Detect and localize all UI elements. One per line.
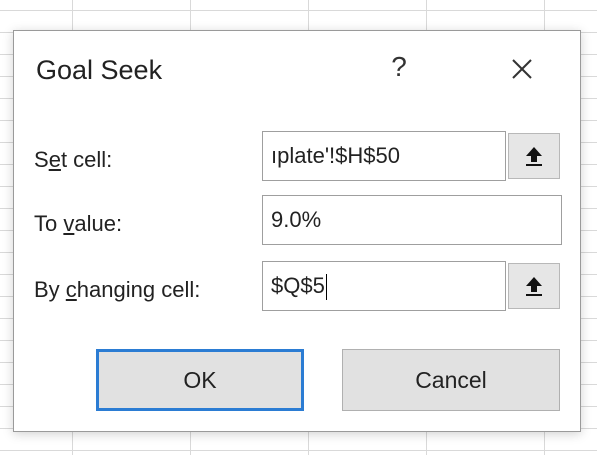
to-value-label: To value:: [34, 211, 123, 236]
cancel-button[interactable]: Cancel: [342, 349, 560, 411]
to-value-input[interactable]: 9.0%: [262, 195, 562, 245]
goal-seek-dialog: Goal Seek ? Set cell: ıplate'!$H$50 To v…: [13, 30, 581, 432]
set-cell-collapse-button[interactable]: [508, 133, 560, 179]
by-changing-cell-value: $Q$5: [271, 273, 325, 298]
text-caret: [325, 274, 327, 301]
dialog-title: Goal Seek: [36, 55, 163, 85]
help-button[interactable]: ?: [386, 51, 412, 83]
by-changing-cell-label: By changing cell:: [34, 277, 201, 302]
to-value-value: 9.0%: [271, 207, 322, 232]
ok-button[interactable]: OK: [96, 349, 304, 411]
collapse-arrow-icon: [526, 277, 542, 296]
close-button[interactable]: [502, 49, 542, 89]
by-changing-cell-input[interactable]: $Q$5: [262, 261, 506, 311]
close-icon: [512, 59, 532, 79]
collapse-arrow-icon: [526, 147, 542, 166]
set-cell-value: ıplate'!$H$50: [271, 143, 400, 168]
set-cell-input[interactable]: ıplate'!$H$50: [262, 131, 506, 181]
set-cell-label: Set cell:: [34, 147, 113, 172]
by-changing-cell-collapse-button[interactable]: [508, 263, 560, 309]
